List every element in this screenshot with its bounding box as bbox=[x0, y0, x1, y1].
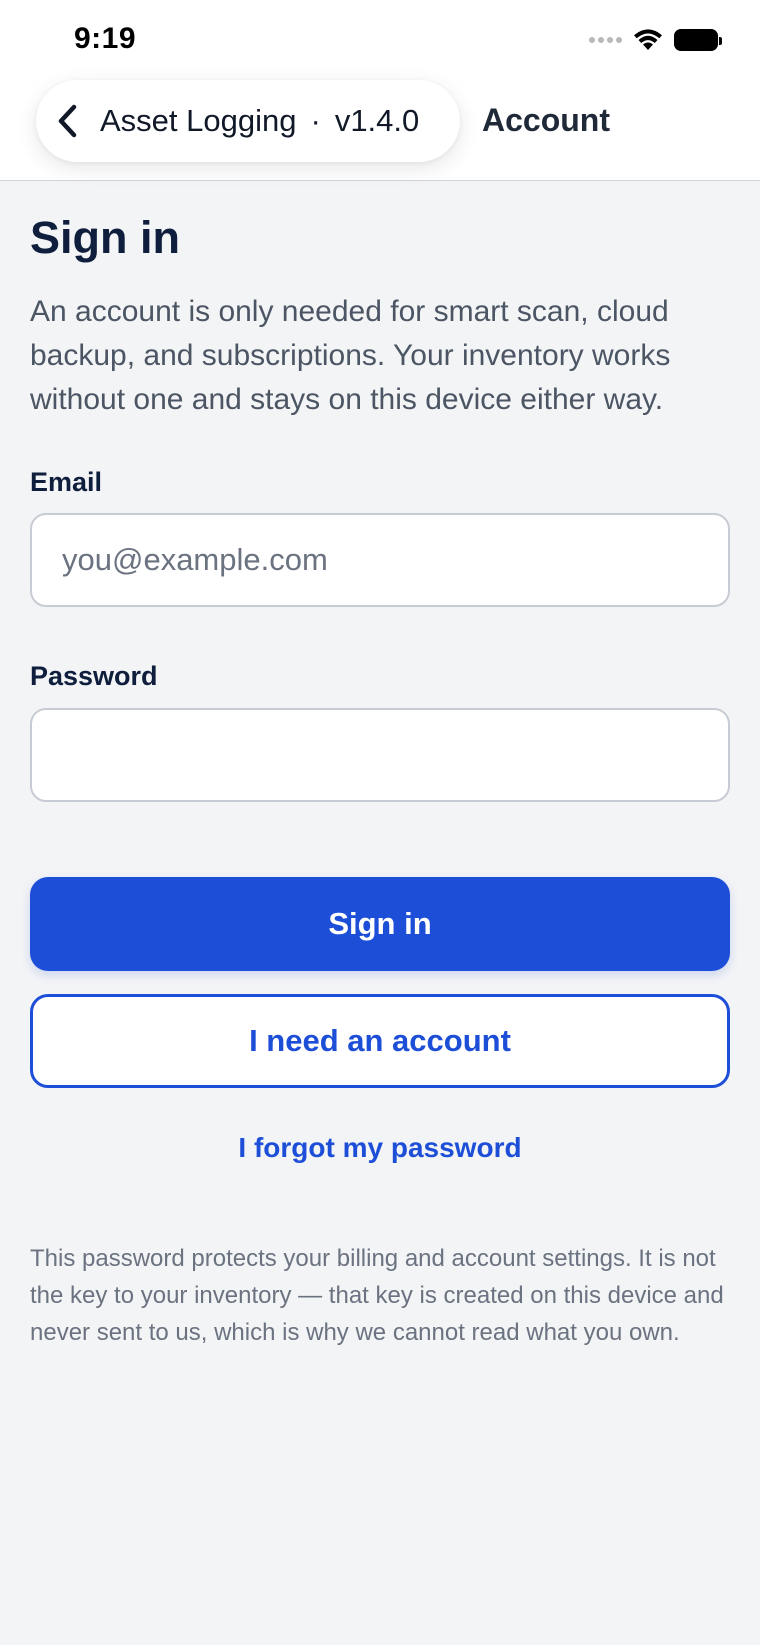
page-title: Account bbox=[482, 102, 610, 138]
back-app-name: Asset Logging bbox=[100, 103, 297, 138]
chevron-left-icon bbox=[56, 104, 86, 138]
status-time: 9:19 bbox=[74, 22, 137, 55]
back-separator: · bbox=[310, 103, 321, 138]
cellular-signal-icon bbox=[589, 37, 622, 43]
top-bar: 9:19 Asset Logging · v1.4.0 Account bbox=[0, 0, 760, 181]
security-footnote: This password protects your billing and … bbox=[30, 1245, 724, 1346]
wifi-icon bbox=[634, 29, 662, 50]
password-label: Password bbox=[30, 661, 158, 691]
status-icons bbox=[589, 28, 722, 52]
back-button[interactable]: Asset Logging · v1.4.0 bbox=[36, 80, 460, 162]
app-version: v1.4.0 bbox=[334, 103, 420, 138]
password-field[interactable] bbox=[30, 708, 730, 802]
sign-in-heading: Sign in bbox=[30, 212, 180, 263]
email-field[interactable] bbox=[30, 513, 730, 607]
create-account-button[interactable]: I need an account bbox=[30, 994, 730, 1088]
email-label: Email bbox=[30, 467, 103, 497]
sign-in-button[interactable]: Sign in bbox=[30, 877, 730, 971]
battery-icon bbox=[674, 29, 722, 51]
forgot-password-link[interactable]: I forgot my password bbox=[0, 1132, 760, 1164]
intro-text: An account is only needed for smart scan… bbox=[30, 295, 671, 416]
